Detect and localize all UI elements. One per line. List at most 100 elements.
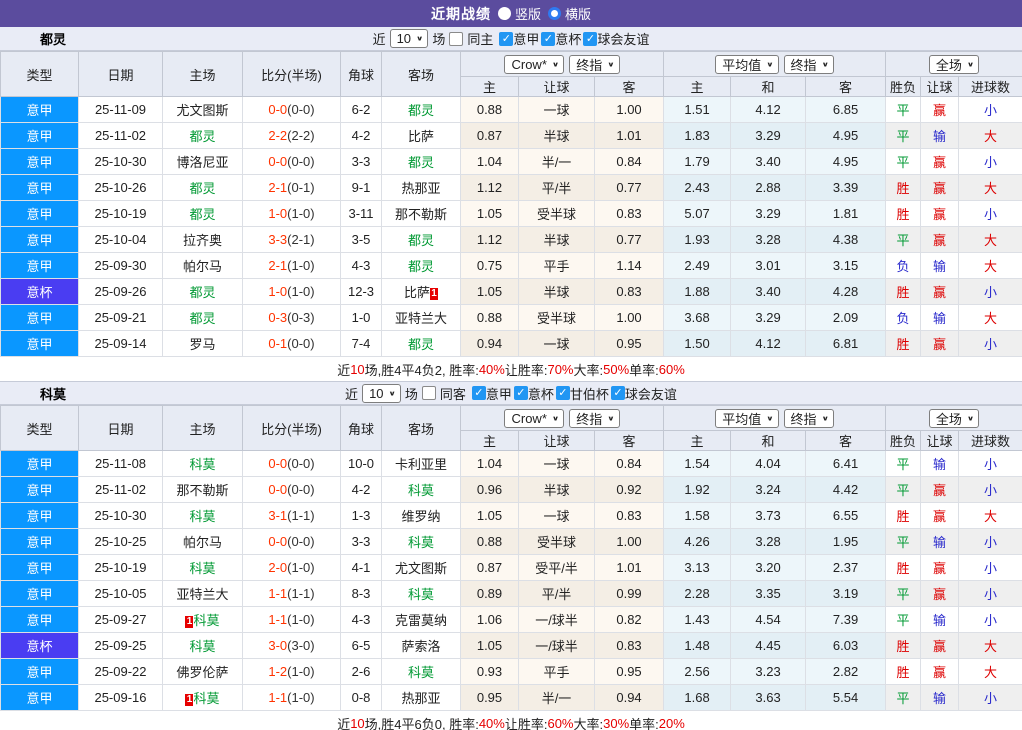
euro-odds-cell: 6.55 (806, 503, 886, 529)
chevron-down-icon: ∨ (607, 60, 614, 68)
scope-select[interactable]: 全场∨ (929, 55, 979, 74)
league-filter[interactable]: ✓意杯 (541, 29, 581, 48)
away-team-cell: 都灵 (382, 331, 461, 357)
league-filter[interactable]: ✓球会友谊 (611, 384, 677, 403)
team-name-text: 科莫 (189, 639, 215, 654)
asia-odds-cell: 0.83 (595, 503, 664, 529)
asia-odds-cell: 半球 (519, 123, 595, 149)
sub-header-euro-draw: 和 (731, 77, 806, 97)
half-score: (1-0) (287, 258, 314, 273)
checkbox-icon[interactable]: ✓ (556, 386, 570, 400)
euro-company-select[interactable]: 平均值∨ (715, 409, 778, 428)
league-filter[interactable]: ✓意甲 (499, 29, 539, 48)
recent-count-select[interactable]: 10∨ (390, 29, 429, 48)
full-score: 2-1 (268, 258, 287, 273)
checkbox-icon[interactable]: ✓ (611, 386, 625, 400)
league-filter[interactable]: ✓意甲 (472, 384, 512, 403)
result-cell: 胜 (886, 555, 921, 581)
table-row: 意甲25-09-21都灵0-3(0-3)1-0亚特兰大0.88受半球1.003.… (1, 305, 1022, 331)
corner-cell: 7-4 (341, 331, 382, 357)
match-date-cell: 25-09-16 (79, 685, 163, 711)
asia-odds-cell: 一球 (519, 331, 595, 357)
table-row: 意甲25-10-30博洛尼亚0-0(0-0)3-3都灵1.04半/一0.841.… (1, 149, 1022, 175)
euro-odds-cell: 2.09 (806, 305, 886, 331)
summary-text: 单率: (629, 714, 659, 730)
checkbox-icon[interactable]: ✓ (472, 386, 486, 400)
corner-cell: 8-3 (341, 581, 382, 607)
chevron-down-icon: ∨ (766, 414, 773, 422)
euro-company-select[interactable]: 平均值∨ (715, 55, 778, 74)
match-date-cell: 25-09-30 (79, 253, 163, 279)
recent-prefix-label: 近 (373, 29, 386, 48)
checkbox-icon[interactable]: ✓ (499, 32, 513, 46)
league-label: 意甲 (486, 384, 512, 403)
away-team-cell: 科莫 (382, 581, 461, 607)
euro-period-select[interactable]: 终指∨ (784, 409, 834, 428)
away-team-cell: 克雷莫纳 (382, 607, 461, 633)
match-date-cell: 25-09-21 (79, 305, 163, 331)
summary-text: 10 (350, 362, 364, 377)
corner-cell: 3-5 (341, 227, 382, 253)
result-cell: 胜 (886, 279, 921, 305)
asia-odds-cell: 1.06 (461, 607, 519, 633)
match-date-cell: 25-11-09 (79, 97, 163, 123)
recent-count-select[interactable]: 10∨ (362, 384, 401, 403)
result-cell: 赢 (921, 227, 959, 253)
checkbox-icon[interactable]: ✓ (583, 32, 597, 46)
team-name-text: 维罗纳 (401, 509, 440, 524)
col-header-home: 主场 (163, 52, 243, 97)
radio-icon[interactable] (548, 7, 561, 20)
same-venue-checkbox[interactable] (422, 386, 436, 400)
away-team-cell: 比萨1 (382, 279, 461, 305)
summary-text: 40% (479, 362, 505, 377)
league-filter[interactable]: ✓意杯 (514, 384, 554, 403)
full-score: 2-1 (268, 180, 287, 195)
sub-header-asia-away: 客 (595, 431, 664, 451)
score-cell: 0-3(0-3) (243, 305, 341, 331)
euro-odds-cell: 1.68 (664, 685, 731, 711)
asia-company-select[interactable]: Crow*∨ (504, 409, 564, 428)
result-cell: 负 (886, 305, 921, 331)
match-type-cell: 意甲 (1, 175, 79, 201)
same-venue-label: 同主 (467, 29, 493, 48)
asia-odds-cell: 0.87 (461, 555, 519, 581)
result-cell: 输 (921, 607, 959, 633)
result-cell: 小 (959, 279, 1022, 305)
layout-radio-horizontal[interactable]: 横版 (548, 4, 591, 23)
asia-period-select[interactable]: 终指∨ (569, 409, 619, 428)
full-score: 3-1 (268, 508, 287, 523)
league-filter[interactable]: ✓球会友谊 (583, 29, 649, 48)
match-type-cell: 意甲 (1, 201, 79, 227)
checkbox-icon[interactable]: ✓ (514, 386, 528, 400)
checkbox-icon[interactable]: ✓ (541, 32, 555, 46)
asia-company-select[interactable]: Crow*∨ (504, 55, 564, 74)
asia-odds-cell: 1.00 (595, 529, 664, 555)
match-date-cell: 25-09-22 (79, 659, 163, 685)
result-group-header: 全场∨ (886, 52, 1022, 77)
match-date-cell: 25-09-14 (79, 331, 163, 357)
away-team-cell: 那不勒斯 (382, 201, 461, 227)
league-label: 甘伯杯 (570, 384, 609, 403)
result-cell: 大 (959, 123, 1022, 149)
score-cell: 2-2(2-2) (243, 123, 341, 149)
euro-odds-cell: 3.20 (731, 555, 806, 581)
half-score: (0-0) (287, 482, 314, 497)
asia-period-select[interactable]: 终指∨ (569, 55, 619, 74)
table-row: 意甲25-10-19都灵1-0(1-0)3-11那不勒斯1.05受半球0.835… (1, 201, 1022, 227)
result-cell: 胜 (886, 633, 921, 659)
score-cell: 2-1(1-0) (243, 253, 341, 279)
league-filter[interactable]: ✓甘伯杯 (556, 384, 609, 403)
same-venue-checkbox[interactable] (449, 32, 463, 46)
home-team-cell: 帕尔马 (163, 253, 243, 279)
half-score: (1-0) (287, 560, 314, 575)
full-score: 1-0 (268, 284, 287, 299)
half-score: (0-0) (287, 534, 314, 549)
radio-icon[interactable] (498, 7, 511, 20)
score-cell: 1-1(1-0) (243, 607, 341, 633)
scope-select[interactable]: 全场∨ (929, 409, 979, 428)
match-type-cell: 意甲 (1, 581, 79, 607)
layout-radio-vertical[interactable]: 竖版 (498, 4, 541, 23)
result-cell: 赢 (921, 581, 959, 607)
result-cell: 输 (921, 451, 959, 477)
euro-period-select[interactable]: 终指∨ (784, 55, 834, 74)
